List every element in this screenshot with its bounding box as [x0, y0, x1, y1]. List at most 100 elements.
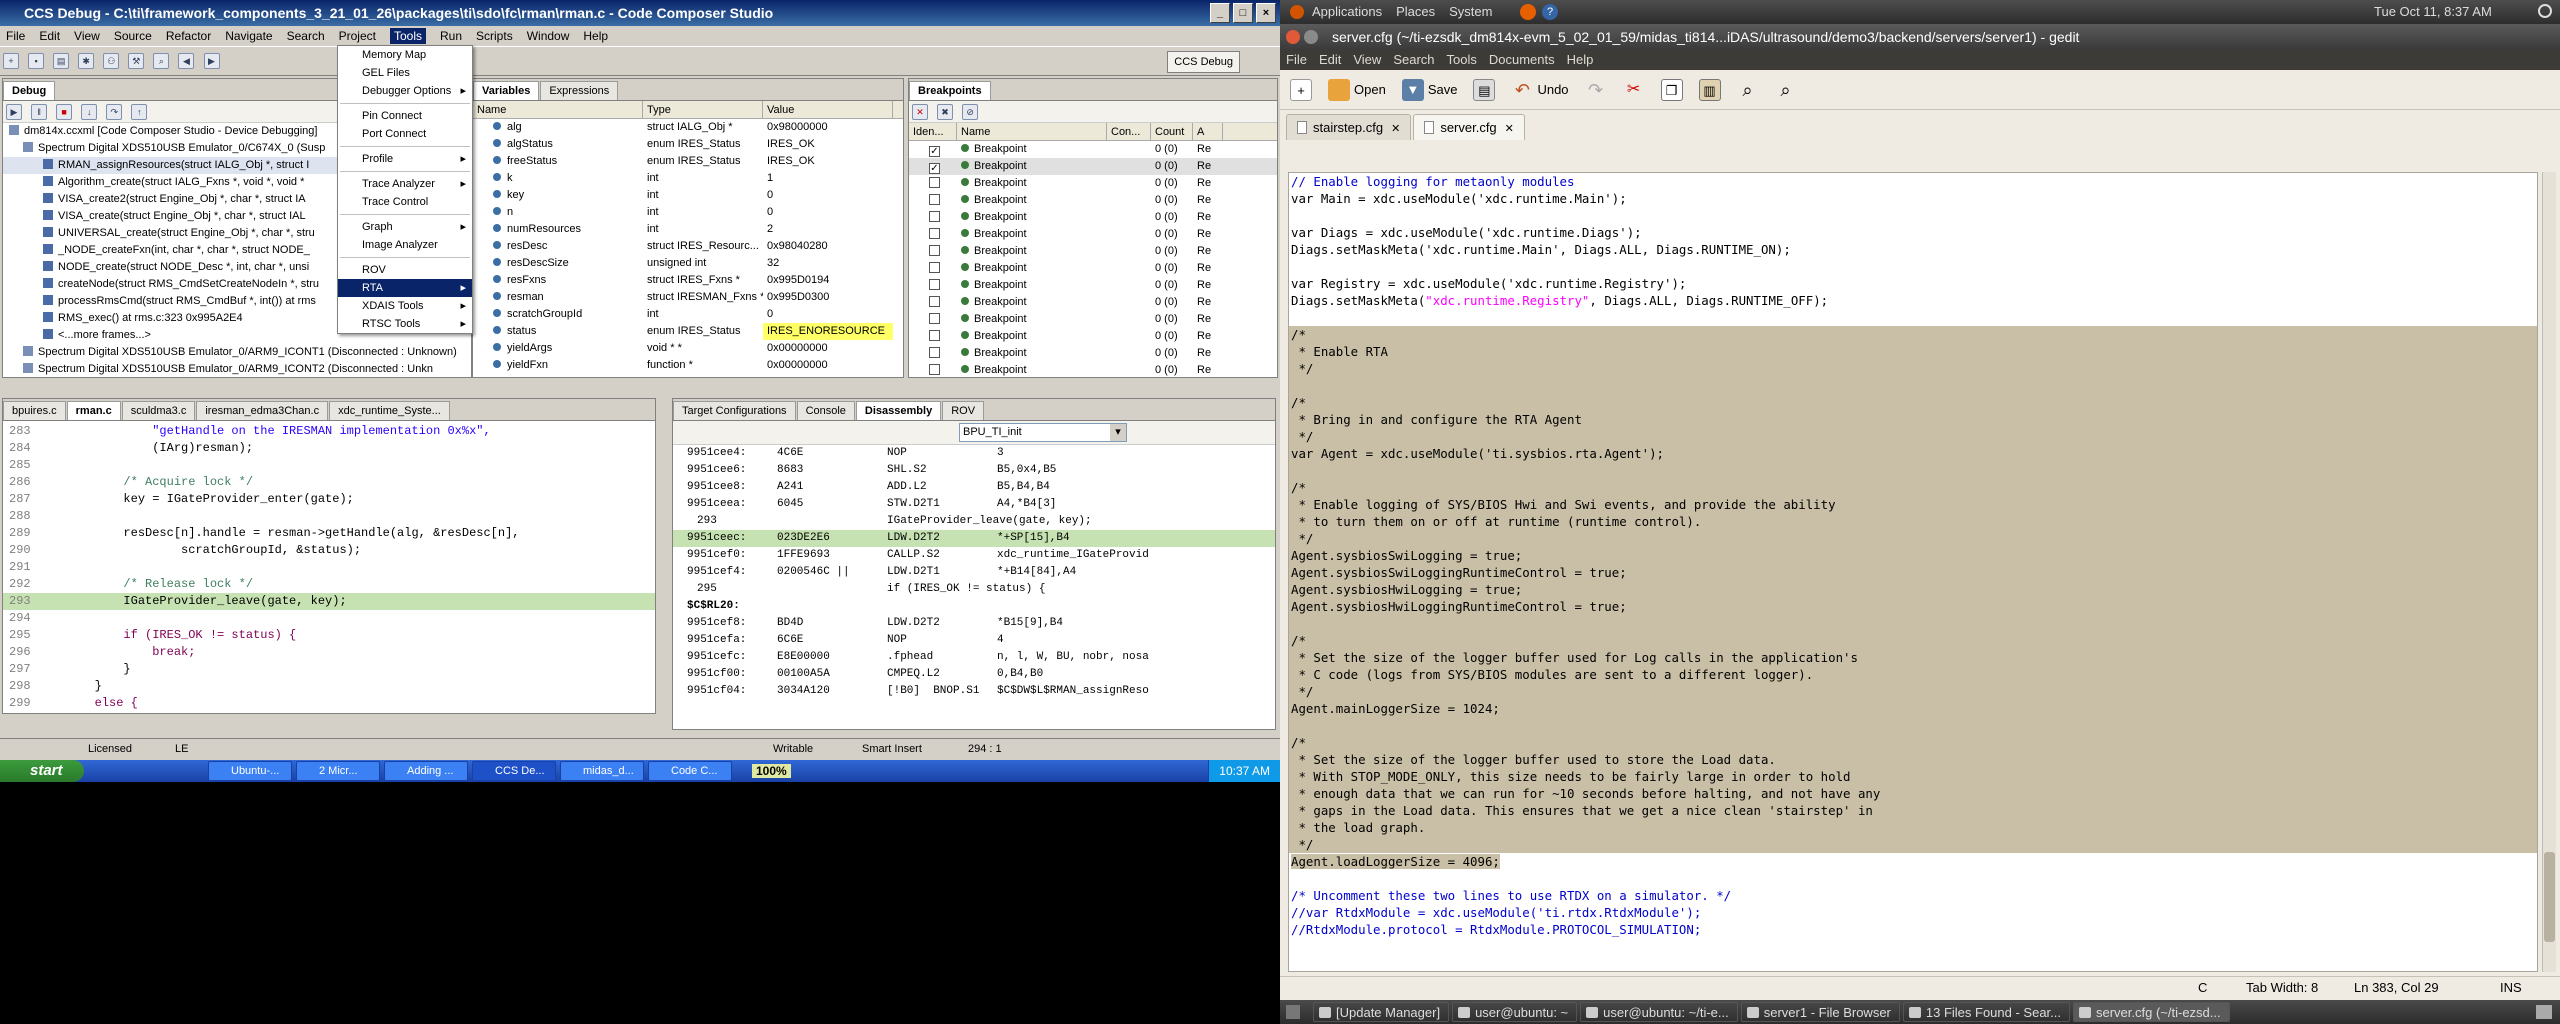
menu-file[interactable]: File — [6, 29, 25, 43]
search-icon[interactable]: ⌕ — [153, 53, 170, 69]
breakpoint-checkbox[interactable] — [929, 279, 940, 290]
menu-help[interactable]: Help — [583, 29, 608, 43]
breakpoint-row[interactable]: Breakpoint 0 (0) Re — [909, 345, 1277, 362]
gnome-window-button[interactable]: user@ubuntu: ~ — [1452, 1002, 1578, 1022]
variable-row[interactable]: algStatus enum IRES_Status IRES_OK — [473, 136, 903, 153]
taskbar-task[interactable]: Ubuntu-... — [208, 761, 292, 781]
breakpoint-row[interactable]: Breakpoint 0 (0) Re — [909, 260, 1277, 277]
gnome-window-button[interactable]: server.cfg (~/ti-ezsd... — [2073, 1002, 2230, 1022]
variable-row[interactable]: n int 0 — [473, 204, 903, 221]
open-button[interactable]: Open — [1322, 74, 1392, 106]
column-header-type[interactable]: Type — [643, 101, 763, 118]
tab-rov[interactable]: ROV — [942, 401, 985, 420]
variable-value[interactable]: 0 — [763, 204, 893, 221]
menu-view[interactable]: View — [74, 29, 100, 43]
gedit-menu-help[interactable]: Help — [1567, 50, 1594, 70]
close-icon[interactable] — [1286, 30, 1300, 44]
tools-menu-item-graph[interactable]: Graph ▸ — [338, 218, 472, 236]
help-icon[interactable]: ? — [1542, 4, 1558, 20]
editor-tab[interactable]: iresman_edma3Chan.c — [196, 401, 329, 420]
variable-row[interactable]: freeStatus enum IRES_Status IRES_OK — [473, 153, 903, 170]
column-header-bp-4[interactable]: A — [1193, 123, 1223, 140]
step-into-icon[interactable]: ↓ — [81, 104, 98, 120]
save-button[interactable]: ▼ Save — [1396, 74, 1464, 106]
menu-tools[interactable]: Tools — [389, 28, 426, 44]
variable-value[interactable]: 0x00000000 — [763, 340, 893, 357]
breakpoint-row[interactable]: Breakpoint 0 (0) Re — [909, 209, 1277, 226]
breakpoint-checkbox[interactable]: ✓ — [929, 163, 940, 174]
paste-button[interactable]: ▥ — [1693, 74, 1727, 106]
terminate-icon[interactable]: ■ — [56, 104, 73, 120]
gnome-window-button[interactable]: [Update Manager] — [1313, 1002, 1450, 1022]
new-icon[interactable]: + — [3, 53, 19, 69]
editor-tab[interactable]: bpuires.c — [3, 401, 66, 420]
print-button[interactable]: ▤ — [1467, 74, 1501, 106]
menu-project[interactable]: Project — [339, 29, 376, 43]
gedit-menu-tools[interactable]: Tools — [1447, 50, 1477, 70]
breakpoint-checkbox[interactable] — [929, 262, 940, 273]
variable-row[interactable]: numResources int 2 — [473, 221, 903, 238]
maximize-icon[interactable]: □ — [1233, 3, 1253, 23]
menu-navigate[interactable]: Navigate — [225, 29, 272, 43]
tab-target-configurations[interactable]: Target Configurations — [673, 401, 796, 420]
breakpoint-row[interactable]: Breakpoint 0 (0) Re — [909, 362, 1277, 377]
close-icon[interactable]: × — [1256, 3, 1276, 23]
taskbar-task[interactable]: CCS De... — [472, 761, 556, 781]
gedit-menu-search[interactable]: Search — [1393, 50, 1434, 70]
variable-row[interactable]: alg struct IALG_Obj * 0x98000000 — [473, 119, 903, 136]
gedit-editor[interactable]: // Enable logging for metaonly modules va… — [1288, 172, 2538, 972]
firefox-icon[interactable] — [1520, 4, 1536, 20]
status-tab-width[interactable]: Tab Width: 8 — [2246, 977, 2318, 999]
tab-breakpoints[interactable]: Breakpoints — [909, 81, 991, 100]
undo-button[interactable]: ↶ Undo — [1505, 74, 1574, 106]
variable-row[interactable]: resFxns struct IRES_Fxns * 0x995D0194 — [473, 272, 903, 289]
close-icon[interactable]: ✕ — [1505, 123, 1514, 135]
remove-breakpoint-icon[interactable]: ✕ — [912, 104, 928, 120]
variable-value[interactable]: 0 — [763, 187, 893, 204]
taskbar-task[interactable]: midas_d... — [560, 761, 644, 781]
gedit-menu-view[interactable]: View — [1353, 50, 1381, 70]
skip-breakpoints-icon[interactable]: ⊘ — [962, 104, 979, 120]
gnome-window-button[interactable]: server1 - File Browser — [1740, 1002, 1900, 1022]
save-icon[interactable]: ▪ — [28, 53, 45, 69]
breakpoint-checkbox[interactable] — [929, 313, 940, 324]
debug-tree-item[interactable]: Spectrum Digital XDS510USB Emulator_0/AR… — [3, 361, 471, 377]
status-language[interactable]: C — [2198, 977, 2207, 999]
variable-row[interactable]: yieldArgs void * * 0x00000000 — [473, 340, 903, 357]
copy-button[interactable]: ❐ — [1655, 74, 1689, 106]
breakpoint-row[interactable]: Breakpoint 0 (0) Re — [909, 192, 1277, 209]
menu-edit[interactable]: Edit — [39, 29, 60, 43]
disassembly-location-input[interactable]: BPU_TI_init ▾ — [959, 423, 1127, 442]
debug-icon[interactable]: ✱ — [78, 53, 95, 69]
top-panel-clock[interactable]: Tue Oct 11, 8:37 AM — [2374, 0, 2492, 24]
tools-menu-item-gel-files[interactable]: GEL Files — [338, 64, 472, 82]
variable-value[interactable]: IRES_OK — [763, 153, 893, 170]
variable-value[interactable]: 0x98000000 — [763, 119, 893, 136]
variable-value[interactable]: 0 — [763, 306, 893, 323]
tools-menu-item-rtsc-tools[interactable]: RTSC Tools ▸ — [338, 315, 472, 333]
debug-tree-item[interactable]: Spectrum Digital XDS510USB Emulator_0/AR… — [3, 344, 471, 361]
minimize-icon[interactable]: _ — [1210, 3, 1230, 23]
column-header-bp-1[interactable]: Name — [957, 123, 1107, 140]
variable-value[interactable]: 0x995D0300 — [763, 289, 893, 306]
replace-button[interactable]: ⌕ — [1769, 74, 1803, 106]
suspend-icon[interactable]: ‖ — [31, 104, 48, 120]
new-button[interactable]: + — [1284, 74, 1318, 106]
column-header-bp-3[interactable]: Count — [1151, 123, 1193, 140]
editor-tab[interactable]: xdc_runtime_Syste... — [329, 401, 450, 420]
print-icon[interactable]: ▤ — [53, 53, 70, 69]
tools-menu-item-debugger-options[interactable]: Debugger Options ▸ — [338, 82, 472, 100]
menu-refactor[interactable]: Refactor — [166, 29, 211, 43]
menu-run[interactable]: Run — [440, 29, 462, 43]
connect-icon[interactable]: ⚇ — [103, 53, 120, 69]
gedit-menu-documents[interactable]: Documents — [1489, 50, 1555, 70]
power-icon[interactable] — [2538, 4, 2552, 18]
gedit-tab[interactable]: stairstep.cfg ✕ — [1286, 114, 1412, 140]
breakpoint-checkbox[interactable]: ✓ — [929, 146, 940, 157]
breakpoint-row[interactable]: Breakpoint 0 (0) Re — [909, 311, 1277, 328]
menu-scripts[interactable]: Scripts — [476, 29, 513, 43]
tools-menu-item-trace-control[interactable]: Trace Control — [338, 193, 472, 211]
tools-menu-item-trace-analyzer[interactable]: Trace Analyzer ▸ — [338, 175, 472, 193]
breakpoint-checkbox[interactable] — [929, 347, 940, 358]
minimize-icon[interactable] — [1304, 30, 1318, 44]
